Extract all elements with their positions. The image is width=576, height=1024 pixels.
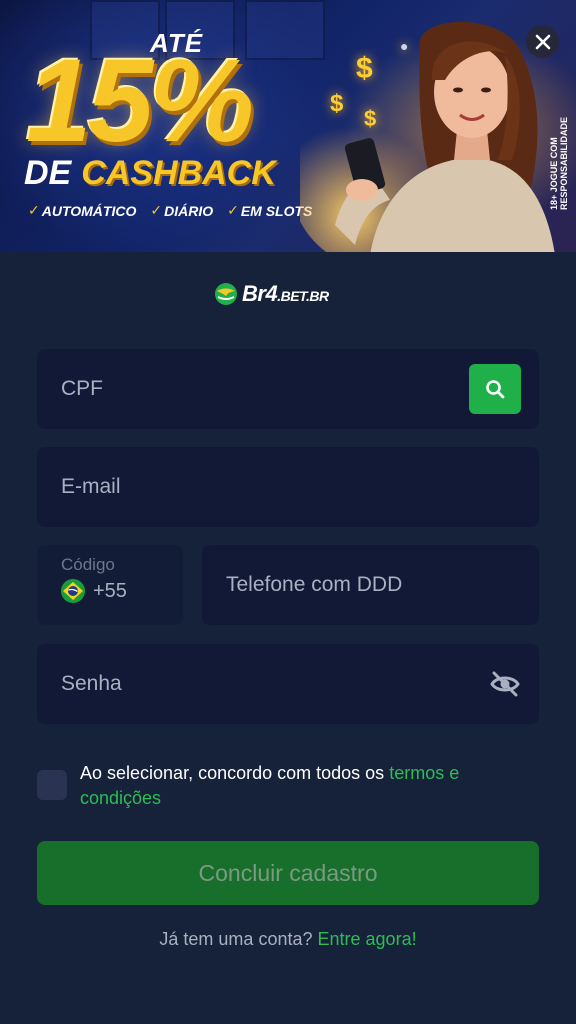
country-code-text: +55 [93, 579, 127, 602]
brazil-flag-icon [61, 579, 85, 603]
submit-button[interactable]: Concluir cadastro [37, 841, 539, 905]
banner-de-text: DE [24, 154, 72, 192]
banner-features: ✓ AUTOMÁTICO ✓ DIÁRIO ✓ EM SLOTS [28, 202, 312, 219]
email-field[interactable]: E-mail [37, 447, 539, 527]
login-prompt: Já tem uma conta? Entre agora! [159, 929, 417, 949]
site-logo[interactable]: Br4.BET.BR [214, 281, 329, 307]
eye-off-icon[interactable] [489, 668, 521, 700]
dollar-coin-icon: $ [330, 90, 344, 117]
dollar-coin-icon: $ [364, 106, 377, 131]
phone-placeholder: Telefone com DDD [226, 573, 403, 596]
search-icon [486, 380, 505, 399]
banner-percent-text: 15% [26, 35, 254, 167]
country-code-select[interactable]: Código +55 [37, 545, 183, 625]
terms-agreement: Ao selecionar, concordo com todos os ter… [37, 761, 537, 811]
login-link[interactable]: Entre agora! [318, 929, 417, 949]
banner-cashback-text: DE CASHBACK [24, 154, 276, 193]
banner-feature: ✓ DIÁRIO [150, 202, 214, 219]
terms-checkbox[interactable] [37, 770, 67, 800]
banner-woman-illustration [300, 21, 555, 252]
country-code-value: +55 [61, 579, 127, 603]
password-placeholder: Senha [61, 672, 122, 695]
check-icon: ✓ [150, 202, 163, 218]
dollar-coin-icon: $ [356, 52, 373, 85]
password-field[interactable]: Senha [37, 644, 539, 724]
phone-field[interactable]: Telefone com DDD [202, 545, 539, 625]
promo-banner[interactable]: ATÉ 15% DE CASHBACK ✓ AUTOMÁTICO ✓ DIÁRIO ✓… [0, 0, 576, 252]
close-banner-button[interactable] [526, 25, 559, 58]
close-icon [535, 34, 550, 49]
cpf-placeholder: CPF [61, 377, 103, 400]
logo-text: Br4.BET.BR [242, 281, 329, 306]
ball-icon [215, 283, 237, 305]
check-icon: ✓ [227, 202, 239, 218]
banner-feature: ✓ AUTOMÁTICO [28, 202, 137, 219]
country-code-label: Código [61, 555, 115, 574]
coin-icon: ● [400, 38, 409, 54]
terms-text: Ao selecionar, concordo com todos os ter… [80, 763, 460, 808]
age-warning: 18+ JOGUE COM RESPONSABILIDADE [549, 116, 569, 210]
check-icon: ✓ [28, 202, 40, 218]
cpf-search-button[interactable] [469, 364, 521, 414]
cpf-field[interactable]: CPF [37, 349, 539, 429]
banner-cashback-word: CASHBACK [81, 154, 276, 192]
email-placeholder: E-mail [61, 475, 121, 498]
